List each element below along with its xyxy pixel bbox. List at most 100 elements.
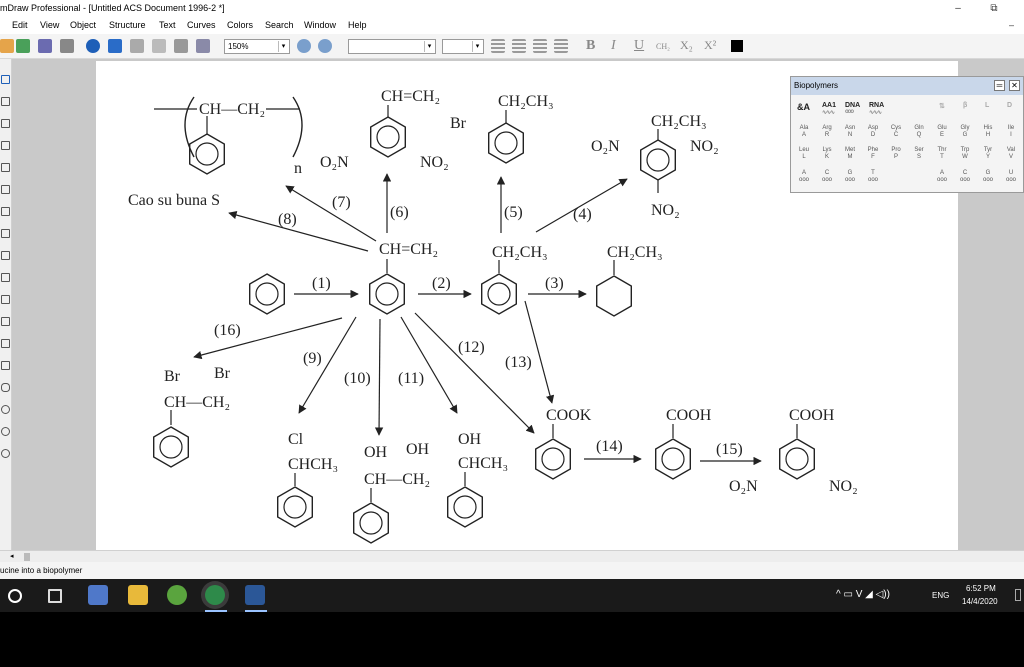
justify-icon[interactable]	[554, 39, 568, 53]
amino-acid-pro[interactable]: Pro P	[885, 147, 907, 161]
amino-acid-val[interactable]: Val V	[1000, 147, 1022, 161]
panel-minimize-button[interactable]: ═	[994, 80, 1005, 91]
italic-button[interactable]: I	[611, 38, 616, 54]
rna-base-a[interactable]: Aooo	[931, 170, 953, 184]
text-tool-icon[interactable]: &A	[797, 102, 810, 112]
amino-acid-his[interactable]: His H	[977, 125, 999, 139]
scroll-left-icon[interactable]: ◂	[10, 551, 14, 562]
file-explorer-icon[interactable]	[128, 585, 148, 605]
amino-acid-glu[interactable]: Glu E	[931, 125, 953, 139]
text-tool-icon[interactable]	[1, 163, 10, 172]
paste-icon[interactable]	[196, 39, 210, 53]
dna-base-g[interactable]: Gooo	[839, 170, 861, 184]
word-icon[interactable]	[245, 585, 265, 605]
open-icon[interactable]	[16, 39, 30, 53]
dna-base-t[interactable]: Tooo	[862, 170, 884, 184]
direction-icon[interactable]: D	[1007, 102, 1012, 109]
menu-object[interactable]: Object	[70, 17, 96, 34]
app-icon[interactable]	[205, 585, 225, 605]
zoom-select[interactable]: 150% ▾	[224, 39, 290, 54]
language-indicator[interactable]: ENG	[932, 591, 949, 600]
lasso-tool-icon[interactable]	[1, 97, 10, 106]
subscript-button[interactable]: X₂	[680, 38, 693, 53]
menu-window[interactable]: Window	[304, 17, 336, 34]
align-left-icon[interactable]	[491, 39, 505, 53]
amino-acid-cys[interactable]: Cys C	[885, 125, 907, 139]
label-icon[interactable]: L	[985, 102, 989, 109]
arrow-tool-icon[interactable]	[1, 207, 10, 216]
strand-icon[interactable]: ⇅	[939, 102, 945, 110]
cycloheptane-ring-icon[interactable]	[1, 427, 10, 436]
notifications-icon[interactable]	[1015, 589, 1021, 601]
scroll-thumb[interactable]	[24, 553, 30, 561]
save-icon[interactable]	[38, 39, 52, 53]
amino-acid-trp[interactable]: Trp W	[954, 147, 976, 161]
amino-acid-asn[interactable]: Asn N	[839, 125, 861, 139]
formula-button[interactable]: CH₂	[656, 42, 670, 51]
menu-colors[interactable]: Colors	[227, 17, 253, 34]
zoom-in-icon[interactable]	[297, 39, 311, 53]
amino-acid-met[interactable]: Met M	[839, 147, 861, 161]
bond-tool-icon[interactable]	[1, 119, 10, 128]
amino-acid-lys[interactable]: Lys K	[816, 147, 838, 161]
square-ring-icon[interactable]	[1, 361, 10, 370]
chain-tool-icon[interactable]	[1, 295, 10, 304]
arc-tool-icon[interactable]	[1, 251, 10, 260]
underline-button[interactable]: U	[634, 38, 644, 54]
beta-icon[interactable]: β	[963, 102, 967, 109]
undo-icon[interactable]	[108, 39, 122, 53]
horizontal-scrollbar[interactable]: ◂	[0, 550, 1024, 562]
rna-button[interactable]: RNA ∿∿∿	[869, 102, 884, 116]
dna-button[interactable]: DNA ooo	[845, 102, 860, 115]
menu-help[interactable]: Help	[348, 17, 367, 34]
menu-structure[interactable]: Structure	[109, 17, 146, 34]
menu-view[interactable]: View	[40, 17, 59, 34]
biopolymers-panel[interactable]: Biopolymers ═ ✕ &A AA1 ∿∿∿ DNA ooo RNA ∿∿∿ …	[790, 76, 1024, 193]
panel-close-button[interactable]: ✕	[1009, 80, 1020, 91]
align-center-icon[interactable]	[512, 39, 526, 53]
zoom-out-icon[interactable]	[318, 39, 332, 53]
selection-tool-icon[interactable]	[1, 75, 10, 84]
pen-tool-icon[interactable]	[1, 339, 10, 348]
cut-icon[interactable]	[152, 39, 166, 53]
amino-acid-phe[interactable]: Phe F	[862, 147, 884, 161]
amino-acid-ile[interactable]: Ile I	[1000, 125, 1022, 139]
amino-acid-ser[interactable]: Ser S	[908, 147, 930, 161]
amino-acid-asp[interactable]: Asp D	[862, 125, 884, 139]
rna-base-c[interactable]: Cooo	[954, 170, 976, 184]
align-right-icon[interactable]	[533, 39, 547, 53]
template-tool-icon[interactable]	[1, 317, 10, 326]
menu-curves[interactable]: Curves	[187, 17, 216, 34]
menu-search[interactable]: Search	[265, 17, 294, 34]
copy-icon[interactable]	[174, 39, 188, 53]
amino-acid-thr[interactable]: Thr T	[931, 147, 953, 161]
menu-edit[interactable]: Edit	[12, 17, 28, 34]
start-icon[interactable]	[8, 589, 22, 603]
rna-base-g[interactable]: Gooo	[977, 170, 999, 184]
benzene-ring-icon[interactable]	[1, 449, 10, 458]
color-swatch-icon[interactable]	[731, 40, 743, 52]
help-icon[interactable]	[86, 39, 100, 53]
rectangle-tool-icon[interactable]	[1, 229, 10, 238]
amino-acid-leu[interactable]: Leu L	[793, 147, 815, 161]
orbital-tool-icon[interactable]	[1, 273, 10, 282]
dna-base-a[interactable]: Aooo	[793, 170, 815, 184]
menu-text[interactable]: Text	[159, 17, 176, 34]
size-select[interactable]: ▾	[442, 39, 484, 54]
pentagon-ring-icon[interactable]	[1, 383, 10, 392]
browser-icon[interactable]	[167, 585, 187, 605]
chemdraw-icon[interactable]	[88, 585, 108, 605]
aa1-button[interactable]: AA1 ∿∿∿	[822, 102, 836, 116]
clock-date[interactable]: 14/4/2020	[962, 597, 998, 606]
redo-icon[interactable]	[130, 39, 144, 53]
amino-acid-ala[interactable]: Ala A	[793, 125, 815, 139]
font-select[interactable]: ▾	[348, 39, 436, 54]
system-tray[interactable]: ^ ▭ V ◢ ◁))	[836, 589, 890, 600]
dna-base-c[interactable]: Cooo	[816, 170, 838, 184]
superscript-button[interactable]: X²	[704, 38, 716, 53]
minimize-button[interactable]: –	[944, 0, 972, 17]
amino-acid-gly[interactable]: Gly G	[954, 125, 976, 139]
clock-time[interactable]: 6:52 PM	[966, 584, 996, 593]
cyclohexane-ring-icon[interactable]	[1, 405, 10, 414]
wedge-bond-icon[interactable]	[1, 141, 10, 150]
